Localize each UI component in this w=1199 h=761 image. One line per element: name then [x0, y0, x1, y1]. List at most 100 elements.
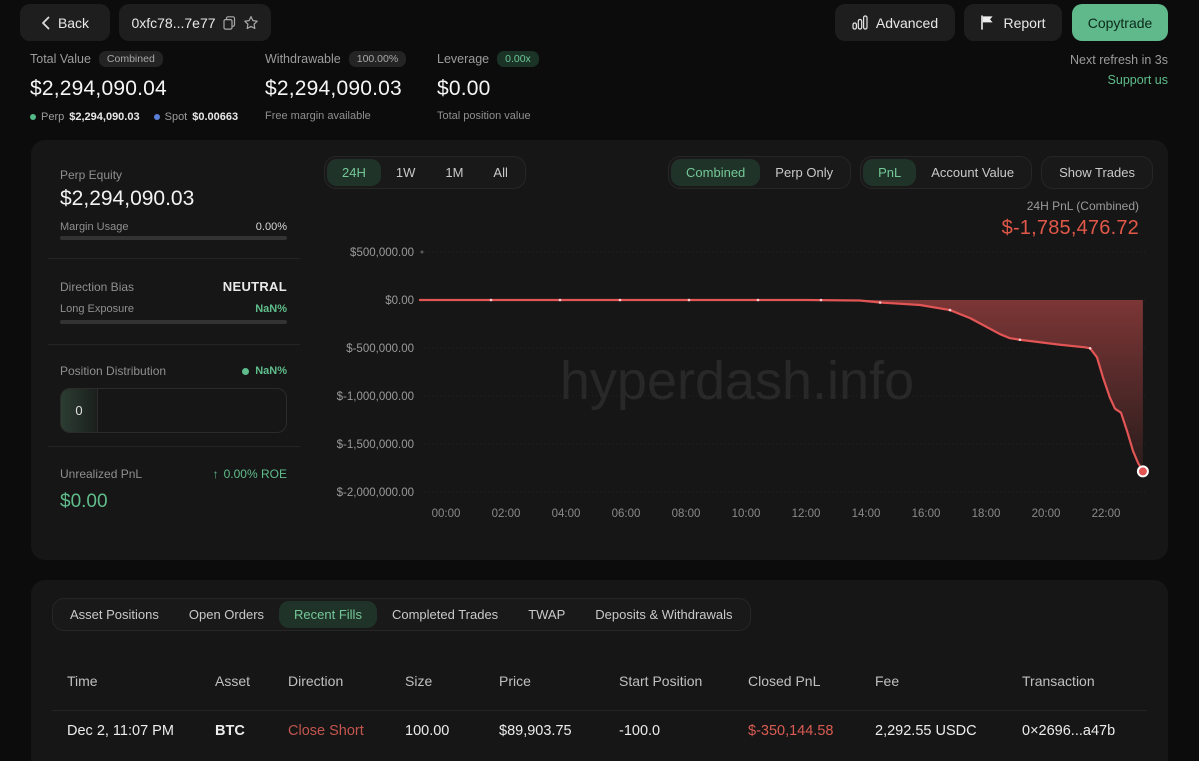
- tab-completed-trades[interactable]: Completed Trades: [377, 601, 513, 628]
- tab-open-orders[interactable]: Open Orders: [174, 601, 279, 628]
- position-distribution-label: Position Distribution: [60, 364, 166, 378]
- distribution-bucket-zero: 0: [61, 389, 98, 432]
- range-tab-1m[interactable]: 1M: [430, 159, 478, 186]
- svg-text:18:00: 18:00: [972, 508, 1001, 520]
- col-time: Time: [67, 673, 215, 689]
- total-value-label: Total Value: [30, 52, 91, 66]
- margin-usage-value: 0.00%: [256, 221, 287, 233]
- unrealized-pnl-label: Unrealized PnL: [60, 467, 142, 481]
- tab-asset-positions[interactable]: Asset Positions: [55, 601, 174, 628]
- copy-icon[interactable]: [223, 16, 236, 30]
- fill-row[interactable]: Dec 2, 11:07 PM BTC Close Short 100.00 $…: [67, 723, 1147, 739]
- fill-closed-pnl: $-350,144.58: [748, 723, 875, 739]
- pnl-headline: 24H PnL (Combined) $-1,785,476.72: [1002, 199, 1139, 240]
- leverage-label: Leverage: [437, 52, 489, 66]
- flag-icon: [980, 15, 995, 30]
- fills-table-header: Time Asset Direction Size Price Start Po…: [67, 673, 1147, 689]
- range-tab-24h[interactable]: 24H: [327, 159, 381, 186]
- tab-twap[interactable]: TWAP: [513, 601, 580, 628]
- back-button[interactable]: Back: [20, 4, 110, 41]
- distribution-dot-icon: [242, 368, 249, 375]
- chart-view-controls: Combined Perp Only PnL Account Value Sho…: [668, 156, 1153, 189]
- perp-equity-label: Perp Equity: [60, 168, 287, 182]
- spot-dot-icon: [154, 114, 160, 120]
- combined-badge: Combined: [99, 51, 163, 67]
- range-tab-group: 24H 1W 1M All: [324, 156, 526, 189]
- toggle-perp-only[interactable]: Perp Only: [760, 159, 848, 186]
- fill-start-position: -100.0: [619, 723, 748, 739]
- unrealized-pnl-row: Unrealized PnL ↑ 0.00% ROE: [60, 467, 287, 481]
- toggle-account-value[interactable]: Account Value: [916, 159, 1029, 186]
- margin-usage-row: Margin Usage 0.00%: [60, 221, 287, 233]
- fill-price: $89,903.75: [499, 723, 619, 739]
- copytrade-button[interactable]: Copytrade: [1072, 4, 1168, 41]
- svg-text:$0.00: $0.00: [385, 295, 414, 307]
- show-trades-button[interactable]: Show Trades: [1041, 156, 1153, 189]
- back-label: Back: [58, 15, 89, 31]
- trader-dashboard: Back 0xfc78...7e77 Advanced Report Copyt…: [0, 0, 1199, 761]
- fills-panel: Asset Positions Open Orders Recent Fills…: [31, 580, 1168, 761]
- leverage-sub: Total position value: [437, 110, 539, 122]
- withdrawable-badge: 100.00%: [349, 51, 406, 67]
- position-distribution-value: NaN%: [255, 365, 287, 377]
- col-closed-pnl: Closed PnL: [748, 673, 875, 689]
- direction-bias-row: Direction Bias NEUTRAL: [60, 279, 287, 294]
- tab-deposits-withdrawals[interactable]: Deposits & Withdrawals: [580, 601, 747, 628]
- copytrade-label: Copytrade: [1088, 15, 1153, 31]
- advanced-button[interactable]: Advanced: [835, 4, 955, 41]
- divider: [48, 344, 300, 345]
- svg-text:20:00: 20:00: [1032, 508, 1061, 520]
- position-distribution-row: Position Distribution NaN%: [60, 364, 287, 378]
- report-button[interactable]: Report: [964, 4, 1062, 41]
- leverage-badge: 0.00x: [497, 51, 539, 67]
- pnl-headline-label: 24H PnL (Combined): [1002, 199, 1139, 213]
- portfolio-chart-panel: Perp Equity $2,294,090.03 Margin Usage 0…: [31, 140, 1168, 560]
- svg-text:10:00: 10:00: [732, 508, 761, 520]
- svg-text:04:00: 04:00: [552, 508, 581, 520]
- support-us-link[interactable]: Support us: [1108, 73, 1168, 87]
- divider: [48, 258, 300, 259]
- tab-recent-fills[interactable]: Recent Fills: [279, 601, 377, 628]
- svg-text:22:00: 22:00: [1092, 508, 1121, 520]
- col-transaction: Transaction: [1022, 673, 1147, 689]
- long-exposure-label: Long Exposure: [60, 303, 134, 315]
- fills-tab-group: Asset Positions Open Orders Recent Fills…: [52, 598, 751, 631]
- fill-direction: Close Short: [288, 723, 405, 739]
- range-tab-1w[interactable]: 1W: [381, 159, 431, 186]
- table-divider: [52, 710, 1147, 711]
- svg-text:hyperdash.info: hyperdash.info: [560, 351, 914, 411]
- range-tab-all[interactable]: All: [478, 159, 522, 186]
- fill-size: 100.00: [405, 723, 499, 739]
- col-fee: Fee: [875, 673, 1022, 689]
- toggle-pnl[interactable]: PnL: [863, 159, 916, 186]
- refresh-countdown: Next refresh in 3s: [1070, 53, 1168, 67]
- svg-text:16:00: 16:00: [912, 508, 941, 520]
- col-asset: Asset: [215, 673, 288, 689]
- leverage-value: $0.00: [437, 77, 539, 101]
- long-exposure-value: NaN%: [255, 303, 287, 315]
- withdrawable-label: Withdrawable: [265, 52, 341, 66]
- unrealized-pnl-value: $0.00: [60, 491, 287, 513]
- svg-text:08:00: 08:00: [672, 508, 701, 520]
- leverage-stat: Leverage 0.00x $0.00 Total position valu…: [437, 50, 539, 122]
- fill-transaction-link[interactable]: 0×2696...a47b: [1022, 723, 1147, 739]
- pnl-chart-svg: $500,000.00$0.00$-500,000.00$-1,000,000.…: [320, 244, 1160, 524]
- perp-dot-icon: [30, 114, 36, 120]
- fill-asset: BTC: [215, 723, 288, 739]
- col-start-position: Start Position: [619, 673, 748, 689]
- roe-value: 0.00% ROE: [224, 467, 287, 481]
- col-price: Price: [499, 673, 619, 689]
- star-icon[interactable]: [243, 15, 259, 31]
- pnl-chart[interactable]: $500,000.00$0.00$-500,000.00$-1,000,000.…: [320, 244, 1160, 524]
- long-exposure-row: Long Exposure NaN%: [60, 303, 287, 315]
- withdrawable-sub: Free margin available: [265, 110, 406, 122]
- svg-text:00:00: 00:00: [432, 508, 461, 520]
- advanced-label: Advanced: [876, 15, 938, 31]
- toggle-combined[interactable]: Combined: [671, 159, 760, 186]
- pnl-headline-value: $-1,785,476.72: [1002, 217, 1139, 240]
- svg-text:12:00: 12:00: [792, 508, 821, 520]
- margin-usage-bar: [60, 236, 287, 240]
- wallet-address-pill[interactable]: 0xfc78...7e77: [119, 4, 271, 41]
- total-value-stat: Total Value Combined $2,294,090.04 Perp …: [30, 50, 238, 123]
- spot-breakdown: Spot $0.00663: [154, 111, 239, 123]
